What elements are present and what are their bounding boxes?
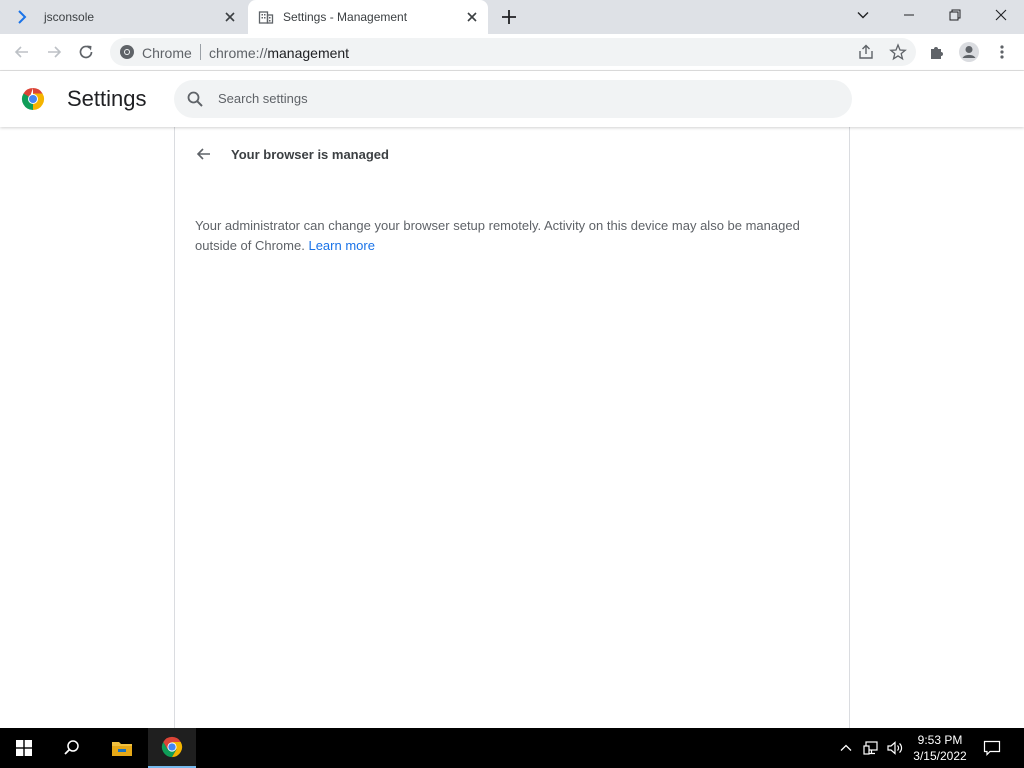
search-placeholder: Search settings bbox=[218, 91, 308, 106]
show-hidden-icons-chevron-up-icon[interactable] bbox=[836, 728, 856, 768]
address-bar[interactable]: Chrome chrome://management bbox=[110, 38, 916, 66]
reload-icon[interactable] bbox=[74, 40, 98, 64]
back-icon[interactable] bbox=[10, 40, 34, 64]
extensions-puzzle-icon[interactable] bbox=[925, 40, 949, 64]
omnibox-divider bbox=[200, 44, 201, 60]
url-scheme: chrome:// bbox=[209, 45, 268, 61]
clock-time: 9:53 PM bbox=[917, 733, 963, 747]
windows-start-icon[interactable] bbox=[0, 728, 48, 768]
close-window-icon[interactable] bbox=[978, 0, 1024, 30]
tab-settings-management[interactable]: Settings - Management bbox=[248, 0, 488, 36]
close-tab-icon[interactable] bbox=[464, 9, 480, 25]
tab-title: Settings - Management bbox=[283, 10, 408, 24]
learn-more-link[interactable]: Learn more bbox=[308, 238, 374, 253]
taskbar-search-icon[interactable] bbox=[48, 728, 96, 768]
tab-search-chevron-down-icon[interactable] bbox=[840, 0, 886, 30]
new-tab-plus-icon[interactable] bbox=[499, 7, 519, 27]
profile-avatar-icon[interactable] bbox=[957, 40, 981, 64]
restore-icon[interactable] bbox=[932, 0, 978, 30]
windows-taskbar: 9:53 PM 3/15/2022 bbox=[0, 728, 1024, 768]
close-tab-icon[interactable] bbox=[222, 9, 238, 25]
site-name: Chrome bbox=[142, 45, 192, 61]
tab-strip: jsconsole Settings - Management bbox=[0, 0, 1024, 36]
back-arrow-icon[interactable] bbox=[194, 144, 214, 164]
tab-title: jsconsole bbox=[44, 10, 95, 24]
browser-toolbar: Chrome chrome://management bbox=[0, 34, 1024, 71]
share-icon[interactable] bbox=[857, 43, 875, 61]
settings-page: Your browser is managed Your administrat… bbox=[0, 127, 1024, 728]
url-text: chrome://management bbox=[209, 45, 349, 61]
building-icon bbox=[258, 11, 274, 24]
chrome-logo-icon bbox=[21, 88, 45, 110]
forward-icon[interactable] bbox=[42, 40, 66, 64]
network-icon[interactable] bbox=[860, 728, 882, 768]
management-description: Your administrator can change your brows… bbox=[195, 216, 835, 256]
settings-title: Settings bbox=[67, 86, 147, 111]
chrome-site-icon bbox=[120, 45, 134, 59]
terminal-prompt-icon bbox=[18, 10, 27, 24]
management-card: Your browser is managed Your administrat… bbox=[174, 127, 850, 728]
url-path: management bbox=[267, 45, 350, 61]
volume-speaker-icon[interactable] bbox=[884, 728, 906, 768]
clock-date: 3/15/2022 bbox=[913, 749, 967, 763]
system-clock[interactable]: 9:53 PM 3/15/2022 bbox=[905, 732, 975, 764]
minimize-icon[interactable] bbox=[886, 0, 932, 30]
chrome-taskbar-icon[interactable] bbox=[148, 728, 196, 768]
file-explorer-folder-icon[interactable] bbox=[98, 728, 146, 768]
management-description-text: Your administrator can change your brows… bbox=[195, 218, 800, 253]
management-heading: Your browser is managed bbox=[231, 147, 389, 162]
search-settings-input[interactable]: Search settings bbox=[174, 80, 852, 118]
bookmark-star-icon[interactable] bbox=[889, 43, 907, 61]
tab-jsconsole[interactable]: jsconsole bbox=[0, 0, 246, 34]
notification-center-icon[interactable] bbox=[978, 728, 1006, 768]
more-menu-icon[interactable] bbox=[990, 40, 1014, 64]
search-icon bbox=[187, 91, 203, 107]
settings-header: Settings Search settings bbox=[0, 71, 1024, 127]
